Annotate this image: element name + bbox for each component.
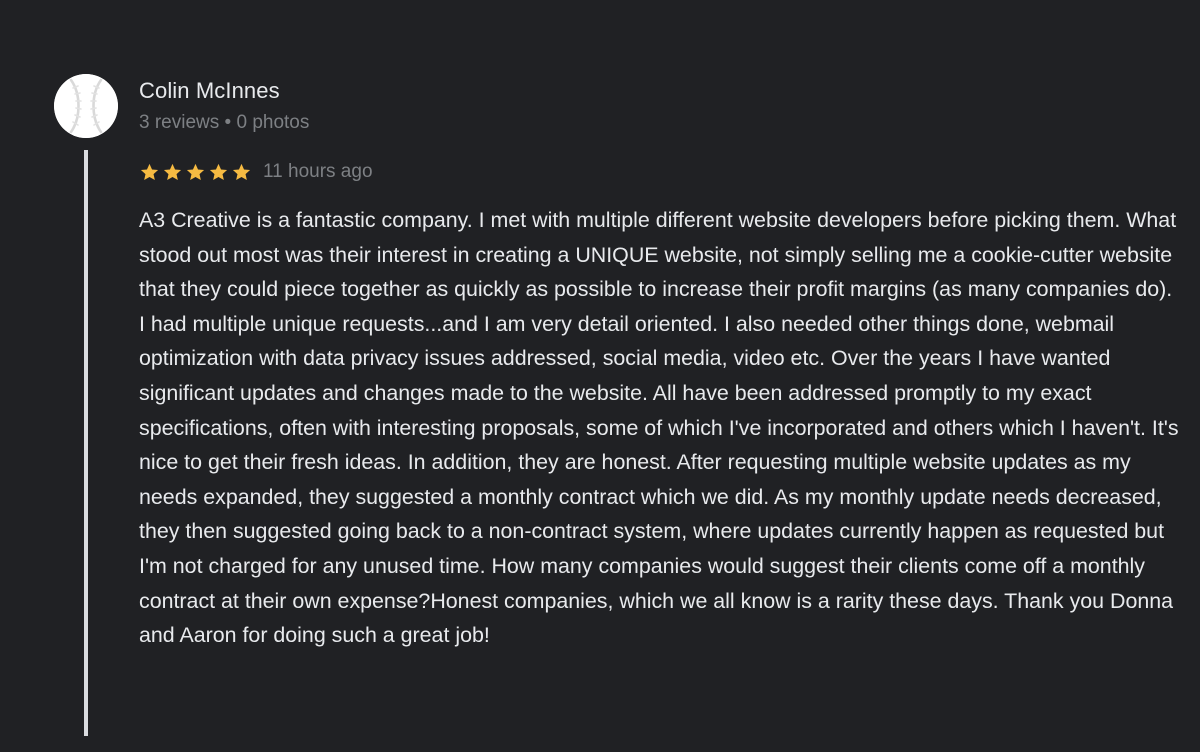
- star-icon: [208, 162, 229, 183]
- author-name[interactable]: Colin McInnes: [139, 78, 280, 104]
- review-text: A3 Creative is a fantastic company. I me…: [139, 208, 1179, 648]
- baseball-icon: [54, 74, 118, 138]
- author-meta: 3 reviews • 0 photos: [139, 112, 309, 134]
- avatar[interactable]: [54, 74, 118, 138]
- star-icon: [231, 162, 252, 183]
- star-icon: [185, 162, 206, 183]
- review-time: 11 hours ago: [263, 161, 373, 182]
- reviews-count: 3 reviews: [139, 112, 220, 133]
- review-card: Colin McInnes 3 reviews • 0 photos 11 ho…: [0, 0, 1200, 752]
- rating-row: 11 hours ago: [139, 159, 373, 185]
- thread-line: [84, 150, 88, 736]
- star-icon: [162, 162, 183, 183]
- star-icon: [139, 162, 160, 183]
- meta-separator: •: [224, 112, 232, 133]
- photos-count: 0 photos: [236, 112, 310, 133]
- star-rating: [139, 162, 254, 183]
